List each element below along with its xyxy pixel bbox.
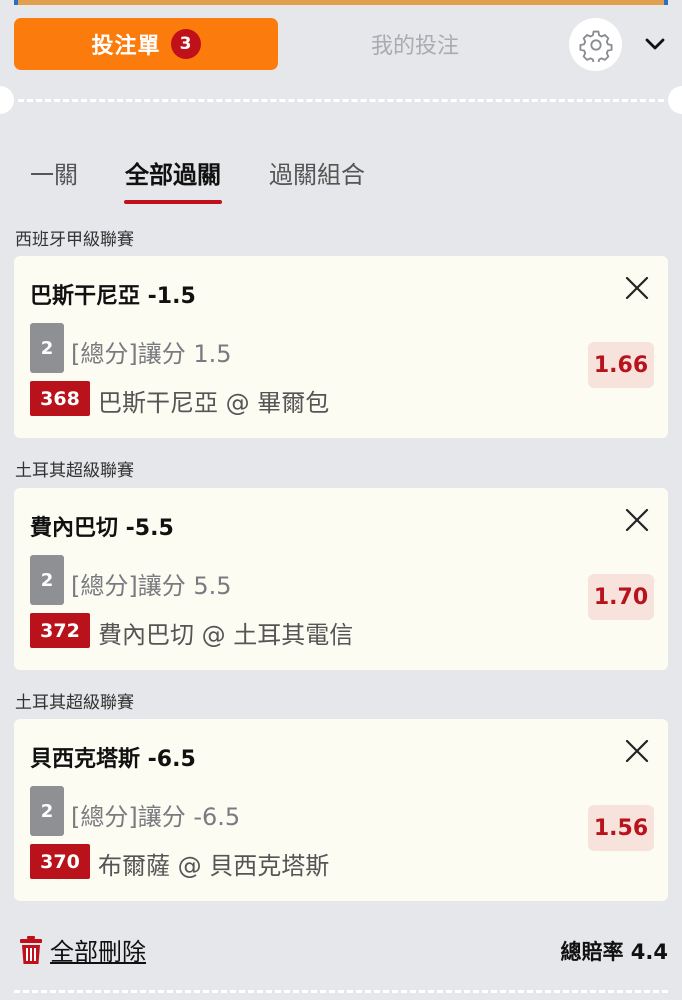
bet-mode-tabs: 一關 全部過關 過關組合 xyxy=(14,155,414,209)
tab-combination[interactable]: 過關組合 xyxy=(269,155,365,209)
total-odds-label: 總賠率 xyxy=(560,940,624,964)
odds-button[interactable]: 1.66 xyxy=(588,342,654,388)
match-number-badge: 370 xyxy=(30,844,90,879)
bet-slip-footer: 全部刪除 總賠率 4.4 xyxy=(0,928,682,972)
period-badge: 2 xyxy=(30,555,64,605)
match-number-badge: 368 xyxy=(30,381,90,416)
bet-slip-header: 投注單 3 我的投注 xyxy=(0,18,682,71)
total-odds-value: 4.4 xyxy=(630,940,668,964)
league-title: 西班牙甲級聯賽 xyxy=(15,230,134,250)
ticket-notch-left xyxy=(0,86,14,114)
bet-count-badge: 3 xyxy=(170,29,201,59)
total-odds: 總賠率 4.4 xyxy=(560,936,668,966)
odds-button[interactable]: 1.56 xyxy=(588,805,654,851)
close-icon xyxy=(625,276,649,300)
close-icon xyxy=(625,508,649,532)
period-badge: 2 xyxy=(30,786,64,836)
league-title: 土耳其超級聯賽 xyxy=(15,693,134,713)
dashed-divider xyxy=(18,99,664,102)
top-banner-strip xyxy=(0,0,682,5)
bottom-dashed-divider xyxy=(14,990,668,993)
bet-slip-label: 投注單 xyxy=(91,34,161,59)
chevron-down-icon xyxy=(645,38,665,50)
tab-all-up[interactable]: 全部過關 xyxy=(124,155,222,209)
selection-title: 貝西克塔斯 -6.5 xyxy=(30,747,196,772)
my-bets-tab[interactable]: 我的投注 xyxy=(300,18,530,70)
match-number-badge: 372 xyxy=(30,613,90,648)
market-text: [總分]讓分 5.5 xyxy=(71,572,232,600)
bet-card: 貝西克塔斯 -6.5 2 [總分]讓分 -6.5 370 布爾薩 @ 貝西克塔斯… xyxy=(14,719,668,901)
odds-button[interactable]: 1.70 xyxy=(588,574,654,620)
bet-slip-tab[interactable]: 投注單 3 xyxy=(14,18,278,70)
remove-bet-button[interactable] xyxy=(622,505,652,535)
delete-all-label: 全部刪除 xyxy=(50,938,146,966)
ticket-notch-right xyxy=(668,86,682,114)
selection-title: 費內巴切 -5.5 xyxy=(30,516,174,541)
league-title: 土耳其超級聯賽 xyxy=(15,461,134,481)
close-icon xyxy=(625,739,649,763)
trash-icon xyxy=(20,935,42,964)
selection-title: 巴斯干尼亞 -1.5 xyxy=(30,284,196,309)
remove-bet-button[interactable] xyxy=(622,736,652,766)
tab-single[interactable]: 一關 xyxy=(30,155,78,209)
market-text: [總分]讓分 -6.5 xyxy=(71,803,241,831)
remove-bet-button[interactable] xyxy=(622,273,652,303)
collapse-button[interactable] xyxy=(638,26,672,62)
match-text: 巴斯干尼亞 @ 畢爾包 xyxy=(98,389,330,417)
match-text: 布爾薩 @ 貝西克塔斯 xyxy=(98,852,330,880)
ticket-divider xyxy=(0,86,682,114)
delete-all-button[interactable]: 全部刪除 xyxy=(20,932,146,967)
period-badge: 2 xyxy=(30,323,64,373)
market-text: [總分]讓分 1.5 xyxy=(71,340,232,368)
match-text: 費內巴切 @ 土耳其電信 xyxy=(98,621,354,649)
bet-card: 巴斯干尼亞 -1.5 2 [總分]讓分 1.5 368 巴斯干尼亞 @ 畢爾包 … xyxy=(14,256,668,438)
bet-card: 費內巴切 -5.5 2 [總分]讓分 5.5 372 費內巴切 @ 土耳其電信 … xyxy=(14,488,668,670)
gear-icon xyxy=(578,30,613,62)
settings-button[interactable] xyxy=(569,18,622,71)
